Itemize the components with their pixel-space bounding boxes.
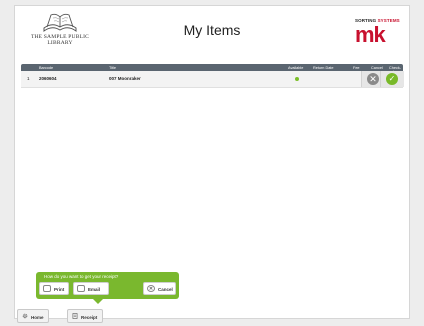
home-button[interactable]: Home — [17, 309, 49, 323]
col-barcode: Barcode — [39, 65, 54, 70]
col-title: Title — [109, 65, 117, 70]
checkout-check-icon[interactable]: ✓ — [386, 73, 398, 85]
kiosk-screen: THE SAMPLE PUBLIC LIBRARY My Items SORTI… — [14, 5, 410, 323]
items-table: Barcode Title Available Return Date Fee … — [21, 64, 404, 88]
row-index: 1 — [27, 76, 30, 81]
receipt-icon — [72, 313, 78, 319]
receipt-label: Receipt — [81, 314, 98, 320]
printer-icon — [43, 285, 51, 292]
header: THE SAMPLE PUBLIC LIBRARY My Items SORTI… — [15, 6, 409, 58]
row-title: 007 Moonraker — [109, 76, 141, 81]
cancel-item-icon[interactable]: ✕ — [367, 73, 379, 85]
col-fee: Fee — [353, 65, 360, 70]
cancel-receipt-button[interactable]: ✕ Cancel — [143, 282, 176, 295]
col-return-date: Return Date — [313, 65, 334, 70]
email-label: Email — [88, 287, 101, 292]
col-cancel: Cancel — [371, 65, 383, 70]
col-available: Available — [288, 65, 304, 70]
gear-icon — [22, 313, 28, 319]
vendor-logo-letters: mk — [355, 22, 386, 47]
cancel-circle-icon: ✕ — [147, 285, 155, 292]
row-barcode: 2060604 — [39, 76, 57, 81]
cancel-label: Cancel — [158, 287, 173, 292]
receipt-question: How do you want to get your receipt? — [44, 274, 119, 279]
library-name-line2: LIBRARY — [47, 40, 73, 46]
checkout-cell: ✓ — [380, 71, 404, 87]
available-indicator — [295, 77, 299, 81]
table-row: 1 2060604 007 Moonraker ✕ ✓ — [21, 71, 404, 88]
envelope-icon — [77, 285, 85, 292]
email-button[interactable]: Email — [73, 282, 109, 295]
receipt-options-popup: How do you want to get your receipt? Pri… — [36, 272, 179, 299]
print-label: Print — [54, 287, 65, 292]
table-header: Barcode Title Available Return Date Fee … — [21, 64, 403, 74]
receipt-button[interactable]: Receipt — [67, 309, 103, 323]
mk-sorting-systems-logo: SORTING SYSTEMS mk — [355, 18, 401, 46]
popup-pointer — [93, 299, 103, 304]
home-label: Home — [31, 314, 44, 320]
page-title: My Items — [183, 22, 241, 38]
print-button[interactable]: Print — [39, 282, 69, 295]
